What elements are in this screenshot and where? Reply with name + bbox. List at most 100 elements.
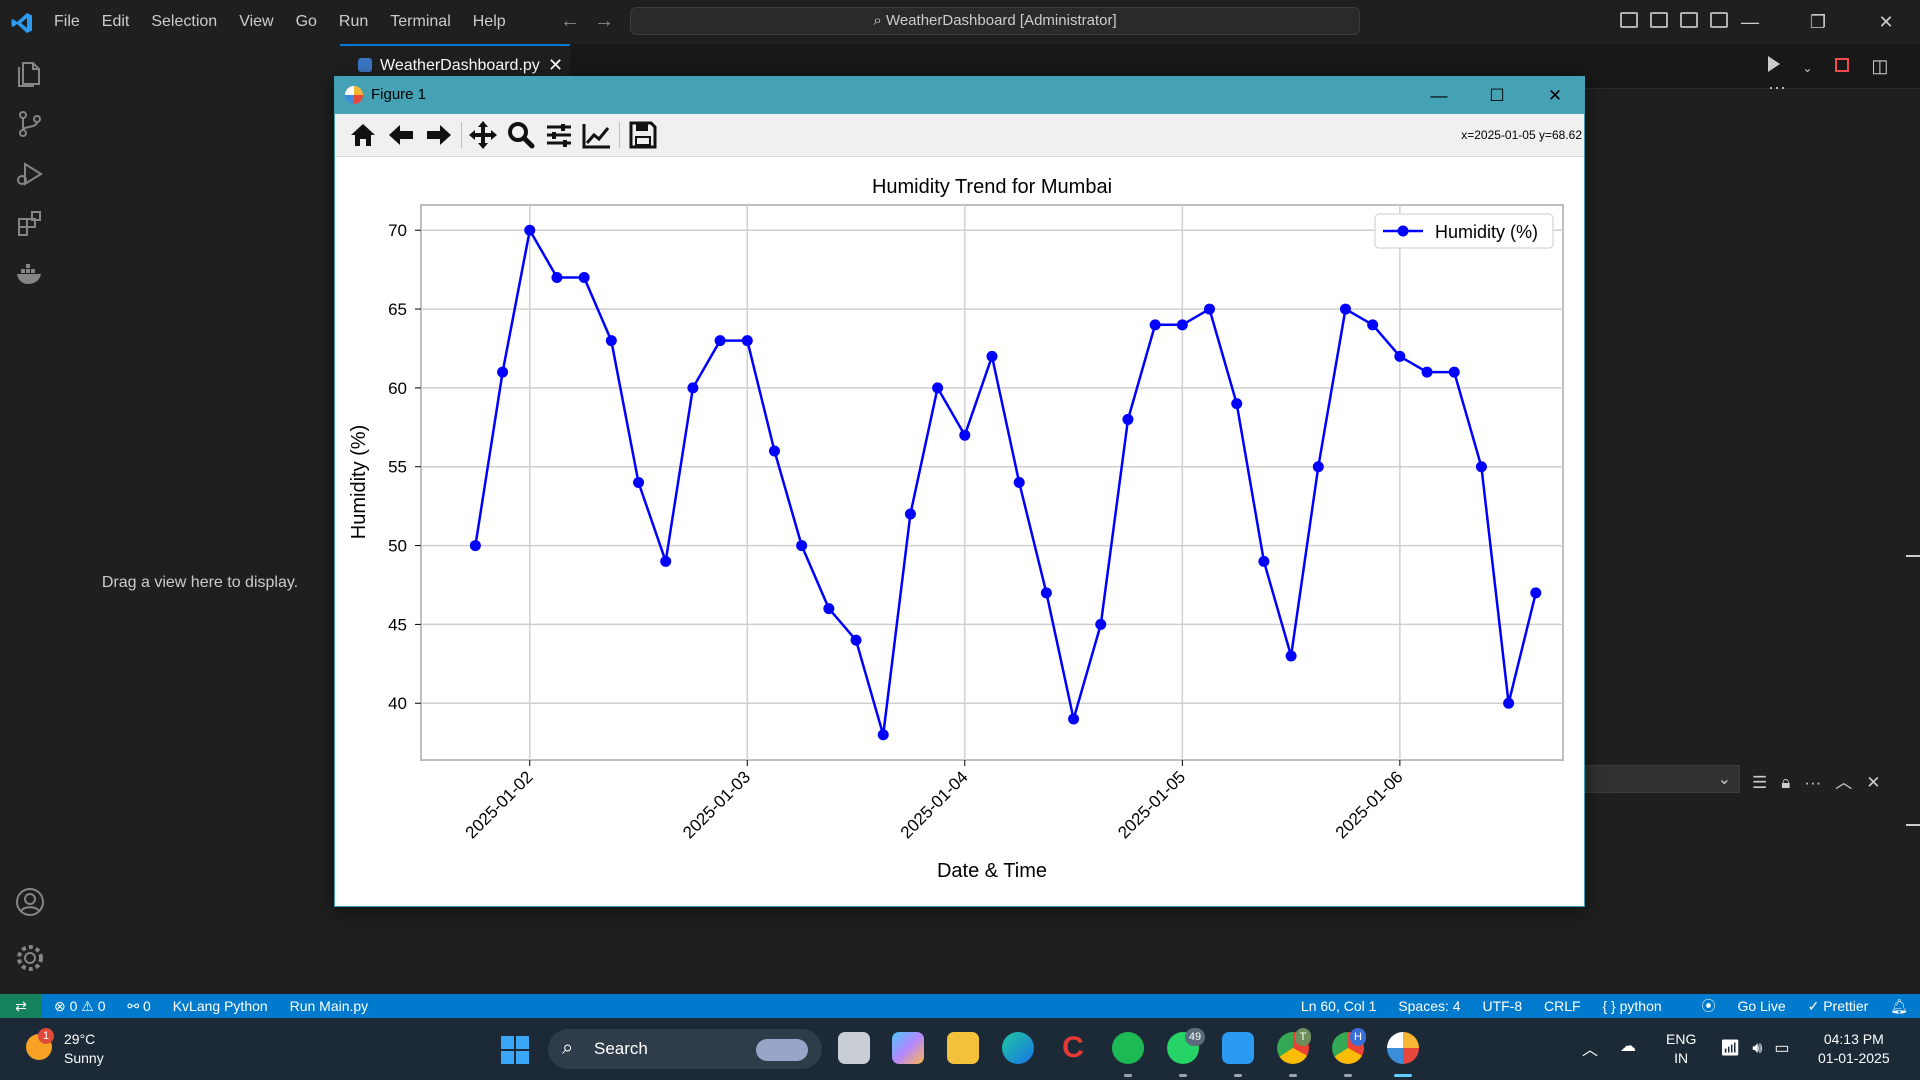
menu-help[interactable]: Help (473, 13, 506, 31)
pan-icon[interactable] (467, 120, 499, 150)
file-explorer-icon[interactable] (947, 1032, 979, 1064)
clock[interactable]: 04:13 PM 01-01-2025 (1818, 1030, 1890, 1068)
search-icon: ⌕ (562, 1037, 574, 1059)
volume-icon: 🔊︎ (1752, 1040, 1763, 1057)
more-actions-icon[interactable]: ··· (1768, 77, 1786, 98)
encoding[interactable]: UTF-8 (1482, 998, 1522, 1014)
ccleaner-icon[interactable]: C (1057, 1032, 1089, 1064)
close-icon[interactable]: ✕ (1852, 0, 1920, 44)
split-editor-icon[interactable]: ◫ (1871, 56, 1888, 77)
indentation[interactable]: Spaces: 4 (1398, 998, 1460, 1014)
taskbar-search[interactable]: ⌕ Search (548, 1029, 822, 1069)
vscode-taskbar-icon[interactable] (1222, 1032, 1254, 1064)
run-python-file-icon[interactable] (1768, 56, 1780, 72)
toolbar-separator (619, 122, 620, 148)
editor-actions: ⌄ ◫ ··· (1768, 56, 1920, 98)
go-live-label: Go Live (1737, 998, 1786, 1014)
language-mode[interactable]: { } python (1602, 998, 1661, 1014)
plot-canvas[interactable]: 40 45 50 55 60 65 70 2025-01-02 2025-01-03 2025-… (335, 157, 1584, 907)
close-panel-icon[interactable]: ✕ (1866, 773, 1880, 792)
docker-icon[interactable] (14, 258, 46, 290)
copilot-icon[interactable] (892, 1032, 924, 1064)
configure-subplots-icon[interactable] (543, 120, 575, 150)
onedrive-cloud-icon[interactable]: ☁ (1620, 1036, 1636, 1056)
menu-edit[interactable]: Edit (102, 13, 130, 31)
system-tray[interactable]: 📶︎ 🔊︎ ▭ (1720, 1038, 1802, 1058)
figure-window-controls: — ☐ ✕ (1410, 77, 1584, 114)
start-button-icon[interactable] (501, 1036, 529, 1064)
weather-widget[interactable]: 29°C Sunny (64, 1030, 104, 1068)
menu-run[interactable]: Run (339, 13, 368, 31)
data-point (1068, 713, 1080, 725)
restore-icon[interactable]: ❐ (1784, 0, 1852, 44)
toggle-sidebar-icon[interactable] (1620, 12, 1638, 28)
menu-go[interactable]: Go (296, 13, 317, 31)
end-of-line[interactable]: CRLF (1544, 998, 1581, 1014)
remote-indicator-icon[interactable]: ⇄ (0, 994, 42, 1018)
data-point (1122, 413, 1134, 425)
data-point (524, 224, 536, 236)
minimize-icon[interactable]: — (1716, 0, 1784, 44)
cursor-position[interactable]: Ln 60, Col 1 (1301, 998, 1377, 1014)
figure-close-icon[interactable]: ✕ (1526, 77, 1584, 114)
panel-more-icon[interactable]: ··· (1804, 773, 1821, 792)
go-live-button[interactable]: ⦿ Go Live (1684, 998, 1786, 1014)
lock-scroll-icon[interactable]: 🔒︎ (1781, 773, 1790, 792)
show-hidden-icons-chevron-icon[interactable]: ︿ (1582, 1036, 1598, 1060)
kvlang-indicator[interactable]: KvLang Python (173, 998, 268, 1014)
spotify-icon[interactable] (1112, 1032, 1144, 1064)
activity-bar (0, 44, 61, 994)
tab-close-icon[interactable]: ✕ (548, 55, 563, 76)
drag-view-hint: Drag a view here to display. (101, 574, 299, 591)
zoom-icon[interactable] (505, 120, 537, 150)
back-icon[interactable] (385, 120, 417, 150)
figure-active-indicator (1394, 1074, 1412, 1077)
legend: Humidity (%) (1374, 213, 1554, 249)
ports-indicator[interactable]: ⚯ 0 (127, 998, 150, 1014)
data-point (796, 540, 808, 552)
legend-label: Humidity (%) (1435, 222, 1538, 242)
data-point (959, 429, 971, 441)
run-dropdown-chevron-icon[interactable]: ⌄ (1802, 61, 1812, 75)
save-icon[interactable] (627, 120, 659, 150)
notifications-bell-icon[interactable]: 🔔︎ (1890, 998, 1908, 1014)
matplotlib-logo-icon (345, 86, 363, 104)
settings-gear-icon[interactable] (14, 942, 46, 974)
terminal-select-dropdown[interactable]: ⌄ (1585, 765, 1740, 793)
data-point (469, 540, 481, 552)
toggle-secondary-sidebar-icon[interactable] (1680, 12, 1698, 28)
forward-icon[interactable] (423, 120, 455, 150)
menu-terminal[interactable]: Terminal (390, 13, 450, 31)
problems-indicator[interactable]: ⊗ 0 ⚠ 0 (54, 998, 106, 1014)
maximize-panel-icon[interactable]: ︿ (1835, 773, 1852, 792)
python-figure-taskbar-icon[interactable] (1387, 1032, 1419, 1064)
toggle-panel-icon[interactable] (1650, 12, 1668, 28)
stop-icon[interactable] (1834, 58, 1849, 72)
menu-selection[interactable]: Selection (151, 13, 217, 31)
run-main-button[interactable]: Run Main.py (290, 998, 369, 1014)
task-view-icon[interactable] (838, 1032, 870, 1064)
run-debug-icon[interactable] (14, 158, 46, 190)
y-tick-label: 45 (388, 615, 407, 634)
prettier-status[interactable]: ✓ Prettier (1808, 998, 1869, 1014)
extensions-icon[interactable] (14, 208, 46, 240)
edit-axis-icon[interactable] (581, 120, 613, 150)
home-icon[interactable] (347, 120, 379, 150)
chart-title: Humidity Trend for Mumbai (872, 176, 1112, 198)
menu-view[interactable]: View (239, 13, 273, 31)
command-center[interactable]: ⌕ WeatherDashboard [Administrator] (630, 7, 1360, 35)
menu-file[interactable]: File (54, 13, 80, 31)
nav-arrows: ← → (560, 10, 628, 33)
input-language[interactable]: ENG IN (1666, 1030, 1696, 1068)
y-tick-label: 40 (388, 694, 407, 713)
figure-maximize-icon[interactable]: ☐ (1468, 77, 1526, 114)
edge-icon[interactable] (1002, 1032, 1034, 1064)
explorer-icon[interactable] (14, 58, 46, 90)
source-control-icon[interactable] (14, 108, 46, 140)
forward-arrow-icon[interactable]: → (594, 10, 614, 32)
account-icon[interactable] (14, 886, 46, 918)
data-point (1394, 350, 1406, 362)
figure-minimize-icon[interactable]: — (1410, 77, 1468, 114)
back-arrow-icon[interactable]: ← (560, 10, 580, 32)
clear-output-icon[interactable]: ☰ (1752, 773, 1767, 792)
